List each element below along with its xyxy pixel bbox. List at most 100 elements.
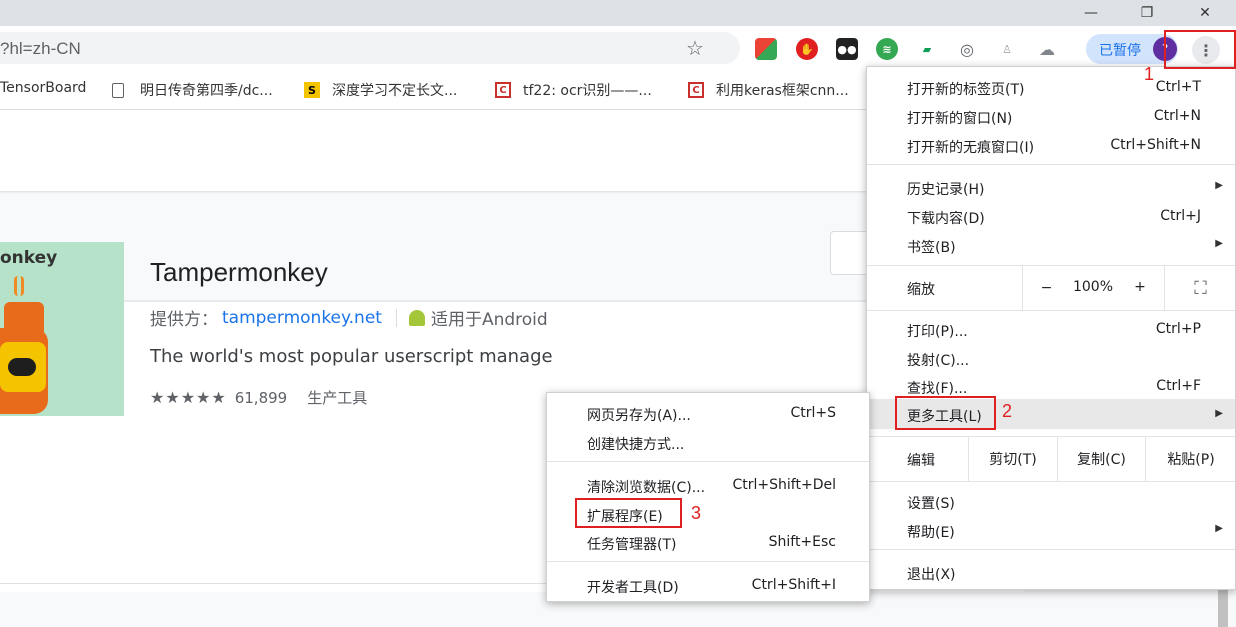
menu-item-label: 设置(S): [907, 496, 955, 512]
bookmark-item[interactable]: 明日传奇第四季/dc...: [112, 80, 273, 100]
restore-button[interactable]: ❐: [1124, 0, 1170, 26]
menu-separator: [867, 549, 1235, 550]
page-icon: [112, 82, 124, 98]
menu-item-label: 创建快捷方式...: [587, 437, 685, 453]
submenu-arrow-icon: ▶: [1215, 180, 1223, 191]
star-rating-icon: ★★★★★: [150, 388, 227, 407]
category-label[interactable]: 生产工具: [307, 387, 367, 408]
fullscreen-icon[interactable]: ⛶: [1164, 266, 1236, 310]
hierarchy-extension-icon[interactable]: ♙: [996, 38, 1018, 60]
menu-separator: [547, 561, 869, 562]
menu-item-incognito[interactable]: 打开新的无痕窗口(I) Ctrl+Shift+N: [867, 131, 1235, 159]
menu-item-new-window[interactable]: 打开新的窗口(N) Ctrl+N: [867, 102, 1235, 130]
browser-toolbar: ?hl=zh-CN ☆ ✋ ●● ≋ ▰ ◎ ♙ ☁ 已暂停 ? ⋮: [0, 26, 1236, 70]
menu-item-history[interactable]: 历史记录(H) ▶: [867, 173, 1235, 201]
vertical-divider: [395, 308, 397, 327]
page-scrollbar[interactable]: [1218, 589, 1228, 627]
menu-item-label: 清除浏览数据(C)...: [587, 480, 706, 496]
csdn-icon: C: [495, 82, 511, 98]
annotation-box-more-tools: [895, 396, 996, 430]
menu-item-shortcut: Ctrl+N: [1153, 108, 1201, 124]
menu-item-label: 网页另存为(A)...: [587, 408, 691, 424]
bookmark-item[interactable]: TensorBoard: [0, 80, 86, 96]
minimize-button[interactable]: —: [1068, 0, 1114, 26]
bookmark-star-icon[interactable]: ☆: [686, 36, 704, 60]
menu-item-new-tab[interactable]: 打开新的标签页(T) Ctrl+T: [867, 73, 1235, 101]
menu-item-label: 打印(P)...: [907, 324, 968, 340]
menu-item-dev-tools[interactable]: 开发者工具(D) Ctrl+Shift+I: [547, 571, 869, 599]
menu-item-clear-data[interactable]: 清除浏览数据(C)... Ctrl+Shift+Del: [547, 471, 869, 499]
submenu-arrow-icon: ▶: [1215, 408, 1223, 419]
bookmark-item[interactable]: C 利用keras框架cnn...: [688, 80, 849, 100]
menu-item-print[interactable]: 打印(P)... Ctrl+P: [867, 315, 1235, 343]
paste-button[interactable]: 粘贴(P): [1145, 437, 1236, 481]
extension-title: Tampermonkey: [150, 257, 328, 287]
annotation-box-menu-button: [1164, 30, 1236, 69]
close-button[interactable]: ✕: [1182, 0, 1228, 26]
bookmark-label: tf22: ocr识别——...: [523, 83, 652, 99]
zoom-out-button[interactable]: −: [1022, 266, 1070, 310]
csdn-icon: C: [688, 82, 704, 98]
address-bar[interactable]: ?hl=zh-CN ☆: [0, 32, 740, 64]
menu-item-label: 下载内容(D): [907, 211, 985, 227]
tampermonkey-extension-icon[interactable]: ●●: [836, 38, 858, 60]
menu-item-label: 打开新的标签页(T): [907, 82, 1025, 98]
menu-item-label: 任务管理器(T): [587, 537, 677, 553]
menu-item-label: 历史记录(H): [907, 182, 985, 198]
annotation-step-3: 3: [691, 503, 702, 523]
menu-item-label: 帮助(E): [907, 525, 955, 541]
menu-item-label: 投射(C)...: [907, 353, 970, 369]
menu-item-downloads[interactable]: 下载内容(D) Ctrl+J: [867, 202, 1235, 230]
rating-row: ★★★★★ 61,899 生产工具: [150, 387, 367, 408]
zoom-level: 100%: [1072, 279, 1114, 295]
submenu-arrow-icon: ▶: [1215, 523, 1223, 534]
zoom-in-button[interactable]: +: [1116, 279, 1164, 295]
flag-extension-icon[interactable]: ▰: [916, 38, 938, 60]
menu-item-help[interactable]: 帮助(E) ▶: [867, 516, 1235, 544]
rating-count: 61,899: [234, 388, 288, 407]
audio-extension-icon[interactable]: ≋: [876, 38, 898, 60]
android-icon: [408, 309, 425, 326]
menu-item-shortcut: Ctrl+P: [1155, 321, 1201, 337]
logo-text: onkey: [0, 248, 58, 268]
bookmark-item[interactable]: S 深度学习不定长文...: [304, 80, 457, 100]
menu-item-shortcut: Ctrl+S: [790, 405, 836, 421]
menu-edit-row: 编辑 剪切(T) 复制(C) 粘贴(P): [867, 437, 1235, 481]
menu-item-shortcut: Ctrl+J: [1160, 208, 1201, 224]
cloud-download-extension-icon[interactable]: ☁: [1036, 38, 1058, 60]
menu-item-label: 打开新的窗口(N): [907, 111, 1013, 127]
adblock-extension-icon[interactable]: ✋: [796, 38, 818, 60]
edit-label: 编辑: [907, 453, 935, 469]
github-extension-icon[interactable]: ◎: [956, 38, 978, 60]
menu-item-cast[interactable]: 投射(C)...: [867, 344, 1235, 372]
bookmark-label: 深度学习不定长文...: [332, 83, 458, 99]
menu-item-bookmarks[interactable]: 书签(B) ▶: [867, 231, 1235, 259]
menu-item-save-as[interactable]: 网页另存为(A)... Ctrl+S: [547, 399, 869, 427]
s-logo-icon: S: [304, 82, 320, 98]
provider-link[interactable]: tampermonkey.net: [222, 308, 382, 328]
menu-zoom-row: 缩放 − 100% + ⛶: [867, 266, 1235, 310]
provider-row: 提供方： tampermonkey.net 适用于Android: [150, 305, 548, 331]
menu-item-shortcut: Ctrl+T: [1155, 79, 1201, 95]
bookmark-item[interactable]: C tf22: ocr识别——...: [495, 80, 652, 100]
menu-item-task-manager[interactable]: 任务管理器(T) Shift+Esc: [547, 528, 869, 556]
menu-item-shortcut: Ctrl+Shift+Del: [732, 477, 836, 493]
menu-separator: [547, 461, 869, 462]
menu-item-label: 书签(B): [907, 240, 956, 256]
menu-item-exit[interactable]: 退出(X): [867, 558, 1235, 586]
menu-item-label: 打开新的无痕窗口(I): [907, 140, 1035, 156]
menu-separator: [867, 164, 1235, 165]
bookmark-label: 利用keras框架cnn...: [716, 83, 849, 99]
provider-prefix: 提供方：: [150, 310, 218, 330]
annotation-box-extensions: [575, 498, 682, 528]
copy-button[interactable]: 复制(C): [1057, 437, 1145, 481]
submenu-arrow-icon: ▶: [1215, 238, 1223, 249]
cut-button[interactable]: 剪切(T): [968, 437, 1057, 481]
spray-lines: [14, 276, 24, 296]
paused-label: 已暂停: [1099, 43, 1141, 59]
menu-item-create-shortcut[interactable]: 创建快捷方式...: [547, 428, 869, 456]
menu-item-settings[interactable]: 设置(S): [867, 487, 1235, 515]
bookmark-label: 明日传奇第四季/dc...: [140, 83, 273, 99]
color-picker-extension-icon[interactable]: [755, 38, 777, 60]
extension-description: The world's most popular userscript mana…: [150, 346, 553, 367]
